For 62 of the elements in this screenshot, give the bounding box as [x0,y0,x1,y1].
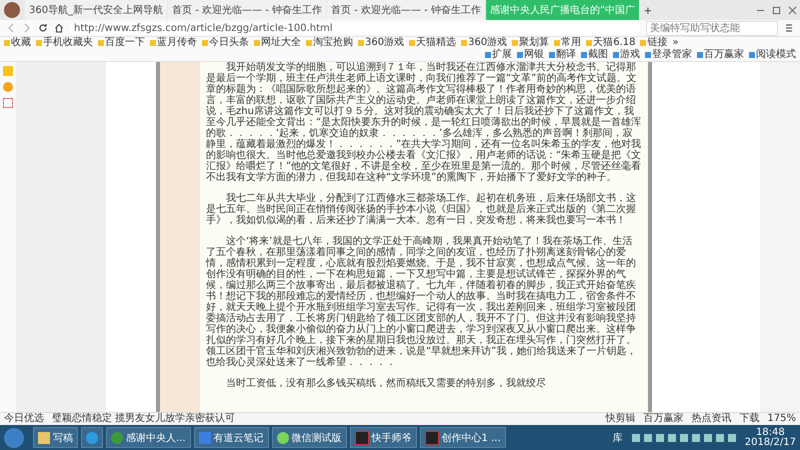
toolbar-link[interactable]: 扩展 [485,49,512,61]
browser-tab[interactable]: 360导航_新一代安全上网导航 [25,0,168,20]
refresh-icon[interactable] [38,23,48,33]
bookmark-link[interactable]: 网址大全 [254,37,301,49]
start-button[interactable] [4,428,24,448]
status-item[interactable]: 下载 [739,413,760,425]
bookmark-link[interactable]: 淘宝抢购 [306,37,353,49]
taskbar-button[interactable]: 创作中心1 ... [420,427,506,448]
new-tab-button[interactable]: + [640,0,656,20]
app-icon [424,430,439,444]
status-link[interactable]: 璧颖恋情稳定 揽男友女儿放学亲密获认可 [52,413,236,425]
address-field[interactable]: http://www.zfsgzs.com/article/bzgg/article-100.html [70,22,640,34]
toolbar-link[interactable]: 阅读模式 [749,49,796,61]
app-icon [86,432,98,444]
bookmark-link[interactable]: 链接 [640,37,668,49]
browser-tab[interactable]: 首页 - 欢迎光临—— - 钟奋生工作 [168,0,326,20]
toolbar-link[interactable]: 截图 [581,49,608,61]
menu-icon[interactable] [784,23,794,33]
taskbar-button[interactable]: 有道云笔记 [194,427,269,448]
bookmark-link[interactable]: 蓝月传奇 [150,37,197,49]
toolbar-link[interactable]: 百万赢家 [697,49,744,61]
clock-date: 2018/2/17 [744,438,796,448]
app-icon [111,432,123,444]
bookmark-link[interactable]: 聚划算 [512,37,550,49]
bookmark-link[interactable]: 收藏 [4,37,31,49]
bookmark-link[interactable]: 常用 [554,37,582,49]
article-paragraph: 我七二年从共大毕业，分配到了江西修水三都茶场工作。起初在机务班，后来任场部文书，这是七五年。当时民间正在悄悄传阅张扬的手抄本小说《归国》，也就是后来正式出版的《第二次握手》，我如饥似渴的看，后来还抄了满满一大本。忽有一日，突发奇想，将来我也要写一本书！ [206,193,637,226]
taskbar-button[interactable]: 写稿 [33,427,78,448]
taskbar-button[interactable]: 快手师爷 [350,427,417,448]
bookmark-link[interactable]: 天猫精选 [409,37,456,49]
article-paragraph: 当时工资低，没有那么多钱买稿纸，然而稿纸又需要的特别多，我就绞尽 [225,378,547,389]
bookmark-link[interactable]: 360游戏 [461,37,508,49]
taskbar-button[interactable]: 微信测试版 [272,427,347,448]
status-item[interactable]: 百万赢家 [643,413,684,425]
toolbar-link[interactable]: 网银 [517,49,544,61]
more-bookmarks-link[interactable]: » [672,37,679,49]
browser-tab[interactable]: 首页 - 欢迎光临—— - 钟奋生工作 [327,0,485,20]
bookmark-link[interactable]: 手机收藏夹 [36,37,93,49]
status-item[interactable]: 175% [767,413,796,425]
app-icon [198,432,211,444]
bookmark-link[interactable]: 360游戏 [358,37,404,49]
search-field[interactable]: 美编特写助写状态能 [646,20,778,36]
close-icon[interactable] [788,6,797,14]
status-item[interactable]: 快剪辑 [605,413,636,425]
app-icon [276,432,289,444]
bookmark-link[interactable]: 天猫6.18 [586,37,636,49]
status-link[interactable]: 今日优选 [4,413,44,425]
article-paragraph: 这个‘将来’就是七八年，我国的文学正处于高峰期，我果真开始动笔了！我在茶场工作、生活了五个春秋，在那里荡漾着同事之间的感情，同学之间的友谊，也经历了扑朔离迷刻骨铭心的爱情，感情积累到一定程度，心底就有股烈焰要燃烧。于是，我不甘寂寞，也想成点气候。这一年的创作没有明确的目的性，一下在构思短篇，一下又想写中篇，主要是想试试锋芒，探探外界的气候，编过那么两三个故事寄出，最后都被退稿了。七九年，伴随着初春的脚步，我正式开始奋笔疾书！想记下我的那段难忘的爱情经历，也想编好一个动人的故事。当时我在搞电力工，宿舍条件不好，就天天晚上提个开水瓶到班组学习室去写作。记得有一次，我出差刚回来，班组学习室被段团委搞活动占去用了，工长将房门钥匙给了领工区团支部的人，我开不了门。但这并没有影响我坚持写作的决心，我便象小偷似的奋力从门上的小窗口爬进去，学习到深夜又从小窗口爬出来。这样争扎似的学习有好几个晚上，接下来的星期日我也没放过。那天，我正在埋头写作，门突然打开了。领工区团干官玉华和刘庆湘兴致勃勃的进来，说是“早就想来拜访”我，她们给我送来了一片钥匙，也给我心灵深处送来了一线希望．．．．． [206,236,638,368]
home-icon[interactable] [54,23,64,33]
status-item[interactable]: 热点资讯 [691,413,732,425]
bookmark-link[interactable]: 百度一下 [98,37,145,49]
taskbar-button[interactable]: 感谢中央人... [106,427,191,448]
library-label[interactable]: 库 [612,430,623,444]
toolbar-link[interactable]: 游戏 [613,49,640,61]
avatar-circle[interactable] [4,2,20,18]
app-icon [354,430,369,444]
bookmark-link[interactable]: 今日头条 [202,37,249,49]
toolbar-link[interactable]: 登录管家 [645,49,692,61]
maximize-icon[interactable] [772,6,781,14]
app-icon [38,432,50,444]
toolbar-link[interactable]: 翻译 [549,49,576,61]
clock-time: 18:48 [756,428,785,438]
